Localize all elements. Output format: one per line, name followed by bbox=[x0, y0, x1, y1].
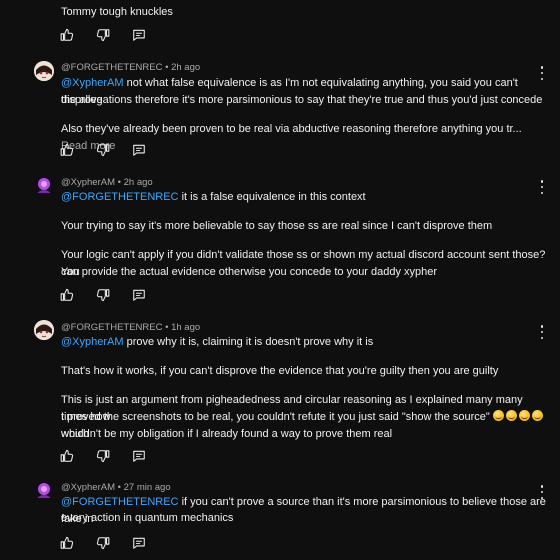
comment-header: @XypherAM • 2h ago bbox=[61, 177, 153, 188]
comment-line: it is a false equivalence in this contex… bbox=[178, 191, 366, 203]
like-icon[interactable] bbox=[60, 288, 74, 302]
comment-header: @XypherAM • 27 min ago bbox=[61, 482, 171, 493]
comment-line-text: Also they've already been proven to be r… bbox=[61, 123, 522, 135]
dislike-icon[interactable] bbox=[96, 28, 110, 42]
like-icon[interactable] bbox=[60, 449, 74, 463]
comment-text: Tommy tough knuckles bbox=[61, 6, 173, 18]
comment-time: 2h ago bbox=[123, 177, 153, 188]
comment-line: prove why it is, claiming it is doesn't … bbox=[123, 336, 374, 348]
separator: • bbox=[162, 62, 172, 73]
comment-actions bbox=[60, 449, 146, 463]
avatar[interactable] bbox=[34, 61, 54, 81]
avatar[interactable] bbox=[34, 480, 54, 500]
like-icon[interactable] bbox=[60, 28, 74, 42]
reply-icon[interactable] bbox=[132, 28, 146, 42]
reply-icon[interactable] bbox=[132, 536, 146, 550]
mention-link[interactable]: @XypherAM bbox=[61, 336, 124, 348]
separator: • bbox=[162, 322, 172, 333]
separator: • bbox=[115, 177, 124, 188]
like-icon[interactable] bbox=[60, 536, 74, 550]
comment-line: every action in quantum mechanics bbox=[61, 512, 234, 524]
comment-author[interactable]: @FORGETHETENREC bbox=[61, 62, 162, 73]
smile-emoji-icon bbox=[492, 410, 504, 421]
dislike-icon[interactable] bbox=[96, 143, 110, 157]
comment-actions bbox=[60, 28, 146, 42]
mention-link[interactable]: @FORGETHETENREC bbox=[61, 496, 179, 508]
like-icon[interactable] bbox=[60, 143, 74, 157]
comment-line: Your trying to say it's more believable … bbox=[61, 220, 493, 232]
reply-icon[interactable] bbox=[132, 449, 146, 463]
mention-link[interactable]: @XypherAM bbox=[61, 77, 124, 89]
emoji-group bbox=[492, 410, 545, 423]
avatar[interactable] bbox=[34, 320, 54, 340]
comment-time: 27 min ago bbox=[123, 482, 171, 493]
smile-emoji-icon bbox=[505, 410, 517, 421]
comment-author[interactable]: @FORGETHETENREC bbox=[61, 322, 162, 333]
comment-author[interactable]: @XypherAM bbox=[61, 177, 115, 188]
comment-line: can provide the actual evidence otherwis… bbox=[61, 266, 438, 278]
comment-time: 1h ago bbox=[171, 322, 201, 333]
comment-time: 2h ago bbox=[171, 62, 201, 73]
mention-link[interactable]: @FORGETHETENREC bbox=[61, 191, 179, 203]
comment-text: @XypherAM prove why it is, claiming it i… bbox=[61, 334, 547, 351]
comment-header: @FORGETHETENREC • 2h ago bbox=[61, 62, 200, 73]
comment-author[interactable]: @XypherAM bbox=[61, 482, 115, 493]
comment-line: That's how it works, if you can't dispro… bbox=[61, 365, 499, 377]
smile-emoji-icon bbox=[518, 410, 530, 421]
comment-actions bbox=[60, 288, 146, 302]
reply-icon[interactable] bbox=[132, 143, 146, 157]
smile-emoji-icon bbox=[531, 410, 543, 421]
dislike-icon[interactable] bbox=[96, 449, 110, 463]
comment-actions bbox=[60, 536, 146, 550]
comment-line: wouldn't be my obligation if I already f… bbox=[61, 428, 393, 440]
avatar[interactable] bbox=[34, 175, 54, 195]
reply-icon[interactable] bbox=[132, 288, 146, 302]
dislike-icon[interactable] bbox=[96, 536, 110, 550]
comment-line-text: I proved the screenshots to be real, you… bbox=[61, 411, 490, 423]
comment-line: the allegations therefore it's more pars… bbox=[61, 94, 543, 106]
comment-actions bbox=[60, 143, 146, 157]
comment-header: @FORGETHETENREC • 1h ago bbox=[61, 322, 200, 333]
comment-text: @FORGETHETENREC it is a false equivalenc… bbox=[61, 189, 547, 206]
dislike-icon[interactable] bbox=[96, 288, 110, 302]
separator: • bbox=[115, 482, 124, 493]
